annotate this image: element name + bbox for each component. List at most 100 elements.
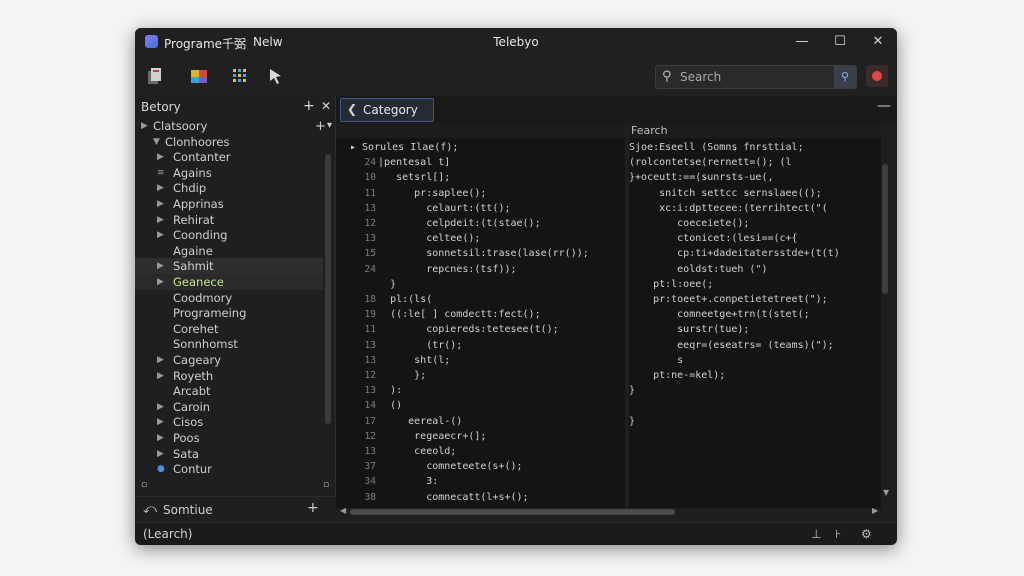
- sidebar-tree-item[interactable]: ▶ Sata: [135, 446, 323, 462]
- sidebar-tree-item[interactable]: Arcabt: [135, 383, 323, 399]
- code-line[interactable]: ctonicet:(lesi==(c+{: [629, 231, 797, 246]
- code-line[interactable]: 3:: [366, 474, 438, 489]
- code-line[interactable]: ):: [366, 383, 402, 398]
- editor-vertical-scrollbar[interactable]: [882, 128, 888, 488]
- sidebar-scroll-right-icon[interactable]: ▫: [323, 480, 329, 490]
- expand-arrow-icon[interactable]: ▶: [157, 446, 164, 462]
- code-line[interactable]: |pentesal t]: [366, 155, 450, 170]
- code-line[interactable]: Sjoe:Eseell (Somns fnrsttial;: [629, 140, 804, 155]
- search-submit-button[interactable]: ⚲: [834, 66, 856, 88]
- code-line[interactable]: eereal-(): [366, 414, 462, 429]
- code-line[interactable]: pt:l:oee(;: [629, 277, 713, 292]
- sidebar-tree-item[interactable]: ● Contur: [135, 461, 323, 477]
- status-dot-icon[interactable]: ●: [157, 461, 165, 477]
- code-line[interactable]: repcnes:(tsf));: [366, 262, 516, 277]
- code-line[interactable]: pr:saplee();: [366, 186, 486, 201]
- sidebar-tree-item[interactable]: ▶ Geanece: [135, 274, 323, 290]
- code-line[interactable]: s: [629, 353, 683, 368]
- code-line[interactable]: snitch settcc sernslaee(();: [629, 186, 822, 201]
- code-line[interactable]: celpdeit:(t(stae();: [366, 216, 540, 231]
- sidebar-tree-item[interactable]: ▶ Coonding: [135, 227, 323, 243]
- scrollbar-thumb[interactable]: [882, 164, 888, 294]
- hscroll-thumb[interactable]: [350, 509, 675, 515]
- code-line[interactable]: }: [629, 414, 635, 429]
- editor-horizontal-scrollbar[interactable]: ◀ ▶: [340, 506, 880, 516]
- code-line[interactable]: (): [366, 398, 402, 413]
- sidebar-tree-item[interactable]: ▶ Sahmit: [135, 258, 323, 275]
- code-line[interactable]: regeaecr+(];: [366, 429, 486, 444]
- code-line[interactable]: sht(l;: [366, 353, 450, 368]
- scroll-down-icon[interactable]: ▼: [883, 488, 889, 497]
- code-line[interactable]: pt:ne-=kel);: [629, 368, 725, 383]
- code-line[interactable]: }+oceutt:==(sunrsts-ue(,: [629, 170, 774, 185]
- code-line[interactable]: celaurt:(tt();: [366, 201, 510, 216]
- sidebar-tree-item[interactable]: ▶ Chdip: [135, 180, 323, 196]
- code-line[interactable]: eoldst:tueh ("): [629, 262, 767, 277]
- code-line[interactable]: comnecatt(l+s+();: [366, 490, 528, 505]
- sidebar-tree-item[interactable]: Coodmory: [135, 290, 323, 306]
- code-editor-right[interactable]: Fearch Sjoe:Eseell (Somns fnrsttial; (rol…: [629, 124, 881, 508]
- code-line[interactable]: celtee();: [366, 231, 480, 246]
- sidebar-tree-item[interactable]: ▶ Cageary: [135, 352, 323, 368]
- sidebar-close-button[interactable]: ✕: [321, 99, 331, 113]
- expand-arrow-icon[interactable]: ▶: [157, 352, 164, 368]
- expand-arrow-icon[interactable]: ▶: [157, 212, 164, 228]
- sidebar-tree-item[interactable]: ▶ Contanter: [135, 149, 323, 165]
- code-line[interactable]: };: [366, 368, 426, 383]
- expand-arrow-icon[interactable]: ▶: [157, 258, 164, 274]
- scroll-left-icon[interactable]: ◀: [340, 506, 346, 515]
- code-line[interactable]: sonnetsil:trase(lase(rr());: [366, 246, 589, 261]
- back-arrow-icon[interactable]: ⤺: [143, 502, 157, 517]
- sidebar-tree-item[interactable]: ▶ Poos: [135, 430, 323, 446]
- search-input[interactable]: [680, 68, 830, 86]
- sidebar-add-button[interactable]: +: [303, 98, 315, 114]
- code-line[interactable]: ceeold;: [366, 444, 456, 459]
- expand-arrow-icon[interactable]: ▶: [157, 430, 164, 446]
- code-editor-left[interactable]: ▸ Sorules Ilae(f); 24 |pentesal t] 10 sets…: [336, 124, 625, 508]
- pages-icon[interactable]: [145, 66, 165, 86]
- panel-minimize-button[interactable]: —: [877, 98, 891, 114]
- code-line[interactable]: cp:ti+dadeitatersstde+(t(t): [629, 246, 840, 261]
- expand-arrow-icon[interactable]: ▶: [157, 149, 164, 165]
- code-line[interactable]: setsrl[];: [366, 170, 450, 185]
- sidebar-tree-item[interactable]: ▶ Rehirat: [135, 212, 323, 228]
- sidebar-tree-item[interactable]: ▼ Clonhoores: [135, 134, 323, 150]
- code-line[interactable]: coeceiete();: [629, 216, 749, 231]
- code-line[interactable]: pr:toeet+.conpetietetreet(");: [629, 292, 828, 307]
- close-button[interactable]: ✕: [867, 32, 889, 52]
- grid-icon[interactable]: [230, 66, 250, 86]
- indent-icon[interactable]: ⊦: [835, 527, 841, 541]
- code-line[interactable]: comneteete(s+();: [366, 459, 522, 474]
- sidebar-tree-item[interactable]: Againe: [135, 243, 323, 259]
- tab-category[interactable]: ❮ Category: [340, 98, 434, 122]
- cursor-position-icon[interactable]: ⊥: [811, 527, 821, 541]
- expand-arrow-icon[interactable]: ▼: [153, 134, 160, 150]
- expand-arrow-icon[interactable]: ▶: [141, 118, 148, 134]
- code-line[interactable]: (tr();: [366, 338, 462, 353]
- code-line[interactable]: eeqr=(eseatrs= (teams)(");: [629, 338, 834, 353]
- maximize-button[interactable]: ☐: [829, 32, 851, 52]
- sidebar-tree-item[interactable]: ▶ Clatsoory: [135, 118, 323, 134]
- sidebar-tree-item[interactable]: ▶ Royeth: [135, 368, 323, 384]
- expand-arrow-icon[interactable]: ▶: [157, 414, 164, 430]
- code-line[interactable]: xc:i:dpttecee:(terrihtect("(: [629, 201, 828, 216]
- code-line[interactable]: surstr(tue);: [629, 322, 749, 337]
- code-line[interactable]: ▸ Sorules Ilae(f);: [350, 140, 458, 155]
- sidebar-tree-item[interactable]: Programeing: [135, 305, 323, 321]
- expand-arrow-icon[interactable]: ▶: [157, 399, 164, 415]
- tree-add-button[interactable]: +: [315, 119, 326, 134]
- expand-arrow-icon[interactable]: ▶: [157, 180, 164, 196]
- sidebar-tree-item[interactable]: ≡ Agains: [135, 165, 323, 181]
- sidebar-tree-item[interactable]: ▶ Cisos: [135, 414, 323, 430]
- minimize-button[interactable]: —: [791, 32, 813, 52]
- code-line[interactable]: pl:(ls(: [366, 292, 432, 307]
- code-line[interactable]: copiereds:tetesee(t();: [366, 322, 558, 337]
- expand-arrow-icon[interactable]: ▶: [157, 196, 164, 212]
- code-line[interactable]: }: [629, 383, 635, 398]
- expand-arrow-icon[interactable]: ▶: [157, 274, 164, 290]
- footer-add-button[interactable]: +: [307, 500, 319, 516]
- expand-arrow-icon[interactable]: ▶: [157, 227, 164, 243]
- sidebar-tree-item[interactable]: Sonnhomst: [135, 336, 323, 352]
- cursor-icon[interactable]: [266, 66, 286, 86]
- code-line[interactable]: ((:le[ ] comdectt:fect();: [366, 307, 541, 322]
